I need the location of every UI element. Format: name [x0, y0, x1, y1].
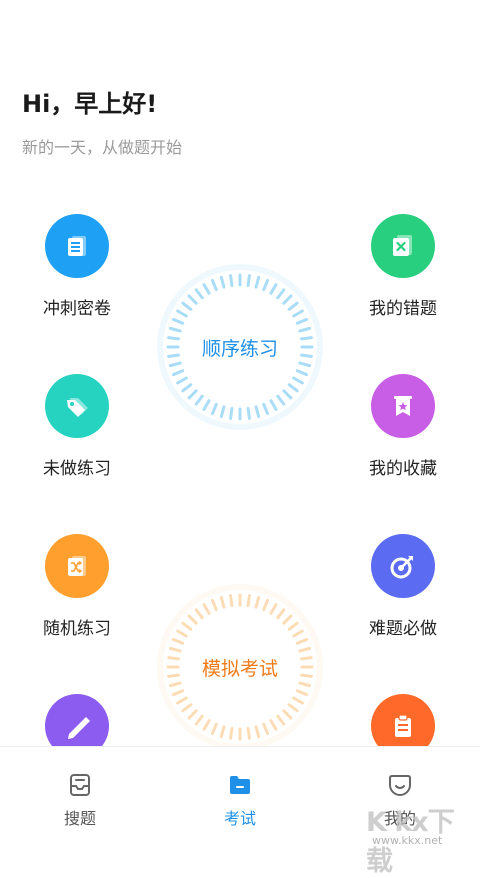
greeting: Hi，早上好! — [22, 90, 158, 118]
random-practice-button[interactable]: 随机练习 — [22, 534, 132, 639]
hard-questions-label: 难题必做 — [369, 619, 437, 639]
star-bookmark-icon — [371, 374, 435, 438]
random-practice-label: 随机练习 — [43, 619, 111, 639]
mock-exam-label: 模拟考试 — [201, 657, 278, 680]
shuffle-icon — [45, 534, 109, 598]
tab-search[interactable]: 搜题 — [30, 771, 130, 829]
target-icon — [371, 534, 435, 598]
sequential-practice-label: 顺序练习 — [201, 337, 278, 360]
inbox-search-icon — [66, 771, 94, 799]
document-icon — [45, 214, 109, 278]
hard-questions-button[interactable]: 难题必做 — [348, 534, 458, 639]
tab-exam[interactable]: 考试 — [190, 771, 290, 829]
error-book-icon — [371, 214, 435, 278]
my-mistakes-label: 我的错题 — [369, 299, 437, 319]
tab-search-label: 搜题 — [63, 809, 96, 828]
undone-practice-button[interactable]: 未做练习 — [22, 374, 132, 479]
subtitle: 新的一天，从做题开始 — [22, 138, 183, 157]
my-mistakes-button[interactable]: 我的错题 — [348, 214, 458, 319]
watermark: K kx下载 www.kkx.net — [362, 794, 474, 877]
sequential-practice-button[interactable]: 顺序练习 — [157, 264, 323, 430]
mock-exam-button[interactable]: 模拟考试 — [157, 584, 323, 750]
folder-icon — [226, 771, 254, 799]
my-favorites-button[interactable]: 我的收藏 — [348, 374, 458, 479]
sprint-papers-label: 冲刺密卷 — [43, 299, 111, 319]
sprint-papers-button[interactable]: 冲刺密卷 — [22, 214, 132, 319]
my-favorites-label: 我的收藏 — [369, 459, 437, 479]
undone-practice-label: 未做练习 — [43, 459, 111, 479]
tab-exam-label: 考试 — [223, 809, 256, 828]
watermark-url: www.kkx.net — [372, 834, 443, 847]
tag-icon — [45, 374, 109, 438]
